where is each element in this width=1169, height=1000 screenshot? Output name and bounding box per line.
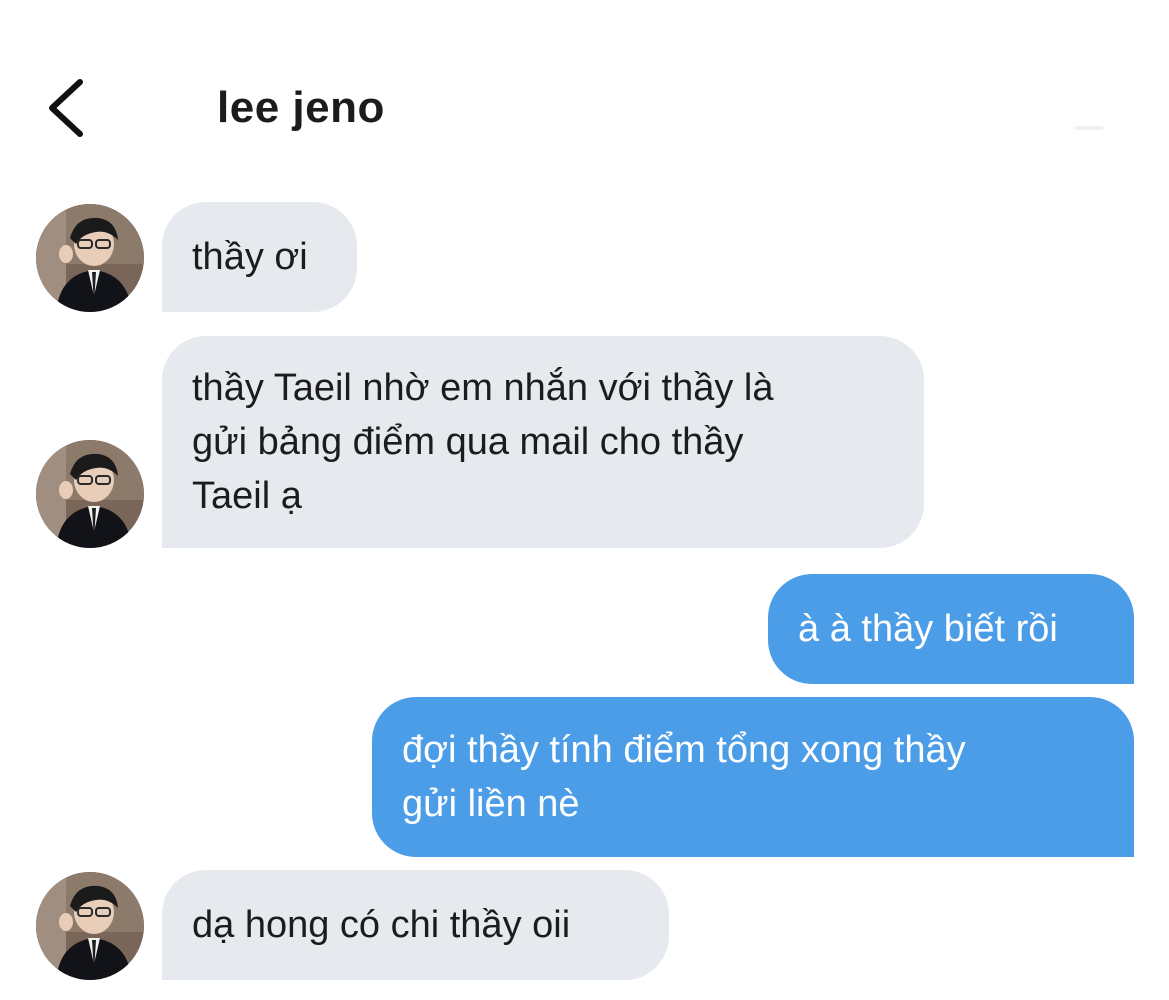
message-text: à à thầy biết rồi <box>798 608 1058 650</box>
message-bubble-incoming[interactable]: dạ hong có chi thầy oii <box>162 870 669 980</box>
header-decoration <box>1075 126 1103 130</box>
back-button[interactable] <box>38 72 98 144</box>
chat-header: lee jeno <box>0 0 1169 190</box>
message-bubble-incoming[interactable]: thầy Taeil nhờ em nhắn với thầy là gửi b… <box>162 336 924 548</box>
message-bubble-incoming[interactable]: thầy ơi <box>162 202 357 312</box>
message-bubble-outgoing[interactable]: à à thầy biết rồi <box>768 574 1134 684</box>
chevron-left-icon <box>49 79 83 137</box>
message-text: thầy Taeil nhờ em nhắn với thầy là gửi b… <box>192 367 774 517</box>
avatar[interactable] <box>36 204 144 312</box>
avatar[interactable] <box>36 872 144 980</box>
avatar[interactable] <box>36 440 144 548</box>
message-text: đợi thầy tính điểm tổng xong thầy gửi li… <box>402 729 966 825</box>
contact-name[interactable]: lee jeno <box>217 82 385 134</box>
message-text: thầy ơi <box>192 236 308 278</box>
message-text: dạ hong có chi thầy oii <box>192 904 571 946</box>
message-bubble-outgoing[interactable]: đợi thầy tính điểm tổng xong thầy gửi li… <box>372 697 1134 857</box>
